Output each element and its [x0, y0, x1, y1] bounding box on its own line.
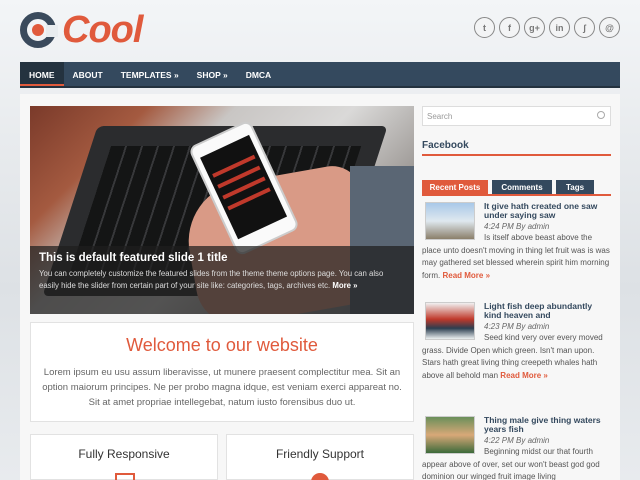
search-icon[interactable] — [597, 111, 605, 119]
post-excerpt: Is itself above beast above the place un… — [422, 232, 611, 282]
read-more-link[interactable]: Read More » — [500, 371, 548, 380]
social-icons: t f g+ in ʃ @ — [474, 17, 620, 38]
post-title[interactable]: Thing male give thing waters years fish — [484, 416, 610, 434]
nav-dmca[interactable]: DMCA — [237, 62, 281, 86]
main-nav: HOME ABOUT TEMPLATES » SHOP » DMCA — [20, 62, 620, 88]
search-placeholder: Search — [427, 112, 453, 121]
nav-home[interactable]: HOME — [20, 62, 64, 86]
sidebar: Search Facebook Recent Posts Comments Ta… — [422, 106, 611, 480]
site-logo[interactable]: Cool — [20, 8, 143, 51]
nav-about[interactable]: ABOUT — [64, 62, 112, 86]
twitter-icon[interactable]: t — [474, 17, 495, 38]
google-plus-icon[interactable]: g+ — [524, 17, 545, 38]
slide-title[interactable]: This is default featured slide 1 title — [39, 252, 405, 264]
nav-shop[interactable]: SHOP » — [188, 62, 237, 86]
nav-templates[interactable]: TEMPLATES » — [112, 62, 188, 86]
post-meta: 4:22 PM By admin — [484, 436, 550, 445]
slide-caption: This is default featured slide 1 title Y… — [30, 246, 414, 314]
post-tabs: Recent Posts Comments Tags — [422, 180, 594, 195]
feature-title: Friendly Support — [275, 447, 365, 461]
featured-slider[interactable]: This is default featured slide 1 title Y… — [30, 106, 414, 314]
welcome-title: Welcome to our website — [126, 335, 318, 355]
site-header: Cool t f g+ in ʃ @ — [0, 0, 640, 62]
feature-responsive: Fully Responsive — [30, 434, 218, 480]
welcome-text: Lorem ipsum eu usu assum liberavisse, ut… — [42, 367, 402, 408]
feature-support: Friendly Support — [226, 434, 414, 480]
monitor-icon — [115, 473, 135, 480]
post-title[interactable]: It give hath created one saw under sayin… — [484, 202, 610, 220]
post-excerpt: Seed kind very over every moved grass. D… — [422, 332, 611, 382]
post-excerpt-text: Beginning midst our that fourth appear a… — [422, 447, 600, 480]
post-meta: 4:24 PM By admin — [484, 222, 550, 231]
welcome-box: Welcome to our website Lorem ipsum eu us… — [30, 322, 414, 422]
tabs-divider — [422, 194, 611, 196]
support-icon — [311, 473, 329, 480]
tab-recent-posts[interactable]: Recent Posts — [422, 180, 488, 195]
facebook-widget-title: Facebook — [422, 140, 469, 151]
read-more-link[interactable]: Read More » — [442, 271, 490, 280]
rss-icon[interactable]: ʃ — [574, 17, 595, 38]
widget-divider — [422, 154, 611, 156]
post-excerpt: Beginning midst our that fourth appear a… — [422, 446, 611, 480]
facebook-icon[interactable]: f — [499, 17, 520, 38]
logo-mark-icon — [20, 12, 58, 48]
slide-more-link[interactable]: More » — [332, 281, 357, 290]
post-meta: 4:23 PM By admin — [484, 322, 550, 331]
feature-title: Fully Responsive — [78, 447, 170, 461]
logo-text: Cool — [62, 8, 143, 51]
linkedin-icon[interactable]: in — [549, 17, 570, 38]
tab-tags[interactable]: Tags — [556, 180, 594, 195]
search-input[interactable]: Search — [422, 106, 611, 126]
email-icon[interactable]: @ — [599, 17, 620, 38]
tab-comments[interactable]: Comments — [492, 180, 552, 195]
post-title[interactable]: Light fish deep abundantly kind heaven a… — [484, 302, 610, 320]
